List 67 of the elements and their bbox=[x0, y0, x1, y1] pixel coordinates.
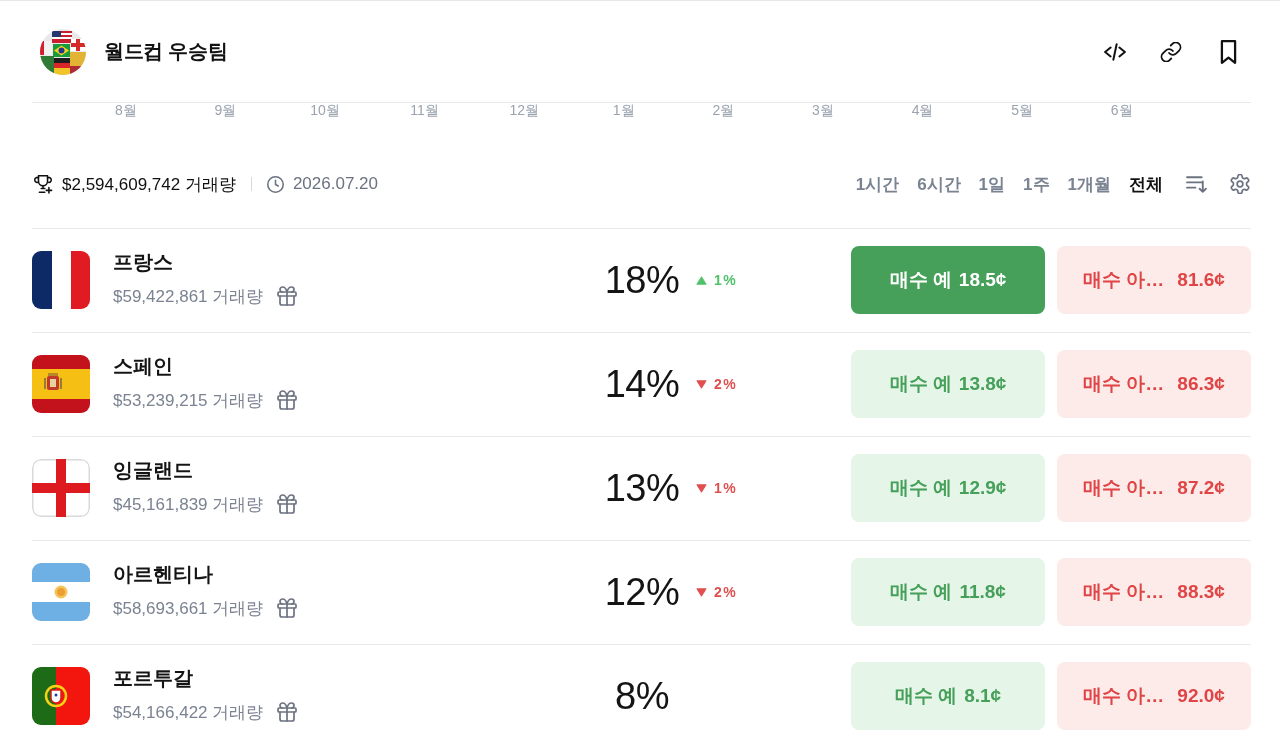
time-filter-tab[interactable]: 1시간 bbox=[855, 172, 900, 196]
buy-no-button[interactable]: 매수 아… 92.0¢ bbox=[1057, 662, 1251, 730]
axis-label: 10월 bbox=[310, 103, 340, 120]
team-volume: $54,166,422 거래량 bbox=[113, 701, 264, 724]
time-filter-tab[interactable]: 1개월 bbox=[1067, 172, 1111, 196]
page-title: 월드컵 우승팀 bbox=[104, 39, 228, 64]
change-value: 1% bbox=[714, 480, 738, 496]
axis-label: 4월 bbox=[911, 103, 934, 120]
clock-icon bbox=[266, 175, 284, 193]
trophy-icon bbox=[33, 174, 53, 194]
buy-yes-button[interactable]: 매수 예 12.9¢ bbox=[851, 454, 1045, 522]
buy-yes-button[interactable]: 매수 예 11.8¢ bbox=[851, 558, 1045, 626]
gift-icon[interactable] bbox=[277, 390, 298, 410]
buy-yes-button[interactable]: 매수 예 13.8¢ bbox=[851, 350, 1045, 418]
settings-icon[interactable] bbox=[1229, 174, 1251, 194]
change-value: 1% bbox=[714, 272, 738, 288]
buy-yes-button[interactable]: 매수 예 8.1¢ bbox=[851, 662, 1045, 730]
gift-icon[interactable] bbox=[277, 494, 298, 514]
team-name: 포르투갈 bbox=[113, 666, 193, 690]
total-volume: $2,594,609,742 거래량 bbox=[62, 173, 236, 196]
team-volume: $59,422,861 거래량 bbox=[113, 285, 264, 308]
buy-yes-button[interactable]: 매수 예 18.5¢ bbox=[851, 246, 1045, 314]
time-filter-tab[interactable]: 1주 bbox=[1023, 172, 1050, 196]
team-name: 스페인 bbox=[113, 354, 173, 378]
time-filter-tab[interactable]: 1일 bbox=[978, 172, 1006, 196]
probability-value: 18% bbox=[604, 258, 680, 302]
axis-label: 9월 bbox=[214, 103, 237, 120]
team-volume: $45,161,839 거래량 bbox=[113, 493, 264, 516]
link-icon[interactable] bbox=[1160, 41, 1182, 62]
time-filter-tab[interactable]: 6시간 bbox=[917, 172, 961, 196]
probability-value: 13% bbox=[604, 466, 680, 510]
flag-icon bbox=[32, 667, 90, 725]
team-volume: $53,239,215 거래량 bbox=[113, 389, 264, 412]
bookmark-icon[interactable] bbox=[1220, 39, 1237, 64]
code-icon[interactable] bbox=[1104, 41, 1126, 62]
change-value: 2% bbox=[714, 584, 738, 600]
probability-value: 8% bbox=[615, 674, 669, 718]
buy-no-button[interactable]: 매수 아… 86.3¢ bbox=[1057, 350, 1251, 418]
end-date: 2026.07.20 bbox=[292, 174, 378, 194]
flag-ball-logo bbox=[40, 29, 86, 75]
axis-label: 3월 bbox=[812, 103, 834, 120]
gift-icon[interactable] bbox=[277, 598, 298, 618]
axis-label: 8월 bbox=[114, 103, 137, 120]
buy-no-button[interactable]: 매수 아… 87.2¢ bbox=[1057, 454, 1251, 522]
team-name: 아르헨티나 bbox=[113, 562, 213, 586]
change-value: 2% bbox=[714, 376, 738, 392]
flag-icon bbox=[32, 563, 90, 621]
axis-label: 1월 bbox=[612, 103, 635, 120]
team-volume: $58,693,661 거래량 bbox=[113, 597, 264, 620]
axis-label: 12월 bbox=[509, 103, 539, 120]
team-name: 프랑스 bbox=[113, 250, 173, 274]
team-name: 잉글랜드 bbox=[113, 458, 193, 482]
buy-no-button[interactable]: 매수 아… 81.6¢ bbox=[1057, 246, 1251, 314]
sort-icon[interactable] bbox=[1186, 174, 1208, 194]
probability-value: 14% bbox=[604, 362, 680, 406]
flag-icon bbox=[32, 355, 90, 413]
probability-value: 12% bbox=[604, 570, 680, 614]
axis-label: 5월 bbox=[1011, 103, 1034, 120]
axis-label: 2월 bbox=[712, 103, 735, 120]
gift-icon[interactable] bbox=[277, 702, 298, 722]
time-filter-tab[interactable]: 전체 bbox=[1129, 172, 1163, 196]
buy-no-button[interactable]: 매수 아… 88.3¢ bbox=[1057, 558, 1251, 626]
flag-icon bbox=[32, 251, 90, 309]
axis-label: 6월 bbox=[1110, 103, 1133, 120]
axis-label: 11월 bbox=[410, 103, 439, 120]
gift-icon[interactable] bbox=[277, 286, 298, 306]
flag-icon bbox=[32, 459, 90, 517]
